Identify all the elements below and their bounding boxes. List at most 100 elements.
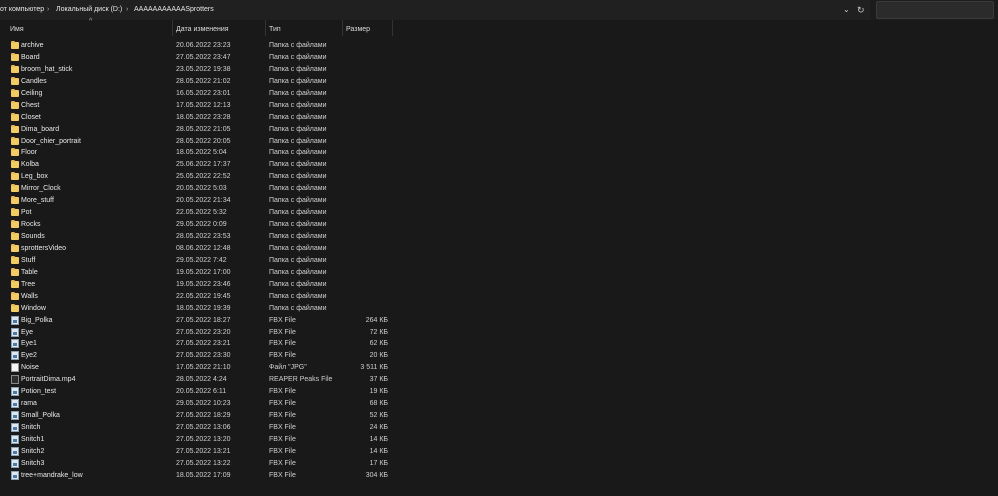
file-date: 29.05.2022 0:09 (176, 221, 227, 229)
file-date: 18.05.2022 19:39 (176, 304, 231, 312)
file-type: FBX File (269, 316, 296, 324)
file-row[interactable]: Mirror_Clock 20.05.2022 5:03 Папка с файла… (0, 183, 998, 195)
file-row[interactable]: Eye2 27.05.2022 23:30 FBX File 20 КБ (0, 350, 998, 362)
file-row[interactable]: Potion_test 20.05.2022 6:11 FBX File 19 КБ (0, 386, 998, 398)
file-row[interactable]: sprottersVideo 08.06.2022 12:48 Папка с фа… (0, 243, 998, 255)
file-row[interactable]: Snitch3 27.05.2022 13:22 FBX File 17 КБ (0, 458, 998, 470)
file-row[interactable]: Chest 17.05.2022 12:13 Папка с файлами (0, 100, 998, 112)
fbx-file-icon (11, 470, 19, 480)
fbx-file-icon (11, 411, 19, 421)
file-size: 24 КБ (369, 424, 388, 431)
file-type: FBX File (269, 435, 296, 443)
file-row[interactable]: Snitch2 27.05.2022 13:21 FBX File 14 КБ (0, 446, 998, 458)
file-row[interactable]: Stuff 29.05.2022 7:42 Папка с файлами (0, 255, 998, 267)
column-header-name[interactable]: Имя (10, 24, 24, 36)
file-type: Папка с файлами (269, 149, 327, 157)
fbx-file-icon (11, 387, 19, 397)
file-size: 68 КБ (369, 400, 388, 408)
file-date: 28.05.2022 21:02 (176, 77, 231, 85)
file-row[interactable]: rama 29.05.2022 10:23 FBX File 68 КБ (0, 398, 998, 410)
file-row[interactable]: tree+mandrake_low 18.05.2022 17:09 FBX Fil… (0, 470, 998, 482)
file-row[interactable]: Door_chier_portrait 28.05.2022 20:05 Папка… (0, 136, 998, 148)
file-type: Папка с файлами (269, 221, 327, 229)
file-row[interactable]: Noise 17.05.2022 21:10 Файл "JPG" 3 511 КБ (0, 362, 998, 374)
file-row[interactable]: Sounds 28.05.2022 23:53 Папка с файлами (0, 231, 998, 243)
file-row[interactable]: Eye 27.05.2022 23:20 FBX File 72 КБ (0, 327, 998, 339)
fbx-file-icon (11, 315, 19, 325)
file-row[interactable]: Floor 18.05.2022 5:04 Папка с файлами (0, 147, 998, 159)
file-type: Папка с файлами (269, 233, 327, 240)
file-name: Leg_box (21, 173, 48, 181)
file-row[interactable]: Tree 19.05.2022 23:46 Папка с файлами (0, 279, 998, 291)
folder-icon (11, 136, 19, 145)
file-row[interactable]: Small_Polka 27.05.2022 18:29 FBX File 52 КБ (0, 410, 998, 422)
file-row[interactable]: archive 20.06.2022 23:23 Папка с файлами (0, 40, 998, 52)
breadcrumb[interactable]: от компьютер › Локальный диск (D:) › AAA… (0, 0, 870, 20)
file-type: Папка с файлами (269, 244, 327, 252)
file-type: Папка с файлами (269, 101, 327, 109)
breadcrumb-folder[interactable]: AAAAAAAAAAASprotters (134, 0, 214, 20)
file-date: 19.05.2022 17:00 (176, 268, 231, 276)
folder-icon (11, 196, 19, 205)
column-header-type[interactable]: Тип (269, 24, 281, 36)
file-size: 14 КБ (369, 435, 388, 443)
file-name: Floor (21, 149, 37, 157)
file-row[interactable]: Window 18.05.2022 19:39 Папка с файлами (0, 303, 998, 315)
file-date: 28.05.2022 20:05 (176, 137, 231, 145)
folder-icon (11, 232, 19, 240)
file-row[interactable]: Eye1 27.05.2022 23:21 FBX File 62 КБ (0, 338, 998, 350)
file-row[interactable]: More_stuff 20.05.2022 21:34 Папка с файлам… (0, 195, 998, 207)
file-row[interactable]: Closet 18.05.2022 23:28 Папка с файлами (0, 112, 998, 124)
file-row[interactable]: Walls 22.05.2022 19:45 Папка с файлами (0, 291, 998, 303)
file-row[interactable]: Snitch 27.05.2022 13:06 FBX File 24 КБ (0, 422, 998, 434)
file-date: 28.05.2022 4:24 (176, 376, 227, 384)
folder-icon (11, 208, 19, 217)
file-name: PortraitDima.mp4 (21, 376, 76, 384)
file-size: 20 КБ (369, 352, 388, 360)
fbx-file-icon (11, 339, 19, 349)
column-header-size[interactable]: Размер (346, 24, 370, 36)
search-input[interactable] (876, 1, 994, 19)
file-row[interactable]: Big_Polka 27.05.2022 18:27 FBX File 264 КБ (0, 315, 998, 327)
file-type: Папка с файлами (269, 304, 327, 312)
column-header-date[interactable]: Дата изменения (176, 24, 229, 36)
file-type: Папка с файлами (269, 268, 327, 276)
breadcrumb-root[interactable]: от компьютер (0, 0, 44, 20)
file-type: Папка с файлами (269, 185, 327, 193)
file-row[interactable]: Board 27.05.2022 23:47 Папка с файлами (0, 52, 998, 64)
file-row[interactable]: Table 19.05.2022 17:00 Папка с файлами (0, 267, 998, 279)
file-name: Dima_board (21, 125, 60, 133)
file-type: Файл "JPG" (269, 364, 307, 372)
file-row[interactable]: Snitch1 27.05.2022 13:20 FBX File 14 КБ (0, 434, 998, 446)
file-type: FBX File (269, 328, 296, 336)
file-size: 62 КБ (369, 340, 388, 348)
file-row[interactable]: Pot 22.05.2022 5:32 Папка с файлами (0, 207, 998, 219)
file-date: 27.05.2022 23:20 (176, 328, 231, 336)
file-row[interactable]: Candles 28.05.2022 21:02 Папка с файлами (0, 76, 998, 88)
file-list: archive 20.06.2022 23:23 Папка с файлами Bo… (0, 40, 998, 482)
file-row[interactable]: Dima_board 28.05.2022 21:05 Папка с файлам… (0, 124, 998, 136)
file-date: 27.05.2022 13:20 (176, 435, 231, 443)
folder-icon (11, 64, 19, 73)
folder-icon (11, 184, 19, 193)
file-type: Папка с файлами (269, 77, 327, 85)
file-row[interactable]: Rocks 29.05.2022 0:09 Папка с файлами (0, 219, 998, 231)
breadcrumb-drive[interactable]: Локальный диск (D:) (56, 0, 122, 20)
folder-icon (11, 76, 19, 85)
file-row[interactable]: PortraitDima.mp4 28.05.2022 4:24 REAPER Pe… (0, 374, 998, 386)
file-type: FBX File (269, 447, 296, 455)
file-date: 18.05.2022 17:09 (176, 471, 231, 479)
file-row[interactable]: broom_hat_stick 23.05.2022 19:38 Папка с ф… (0, 64, 998, 76)
file-row[interactable]: Ceiling 16.05.2022 23:01 Папка с файлами (0, 88, 998, 100)
file-size: 19 КБ (369, 388, 388, 396)
file-row[interactable]: Kolba 25.06.2022 17:37 Папка с файлами (0, 159, 998, 171)
file-type: Папка с файлами (269, 161, 327, 169)
chevron-down-icon[interactable]: ⌄ (843, 0, 850, 20)
file-name: Kolba (21, 161, 39, 169)
file-name: Potion_test (21, 388, 57, 396)
refresh-icon[interactable]: ↻ (857, 0, 865, 20)
file-name: Small_Polka (21, 412, 60, 420)
file-name: Snitch2 (21, 447, 45, 455)
file-date: 08.06.2022 12:48 (176, 244, 231, 252)
file-row[interactable]: Leg_box 25.05.2022 22:52 Папка с файлами (0, 171, 998, 183)
